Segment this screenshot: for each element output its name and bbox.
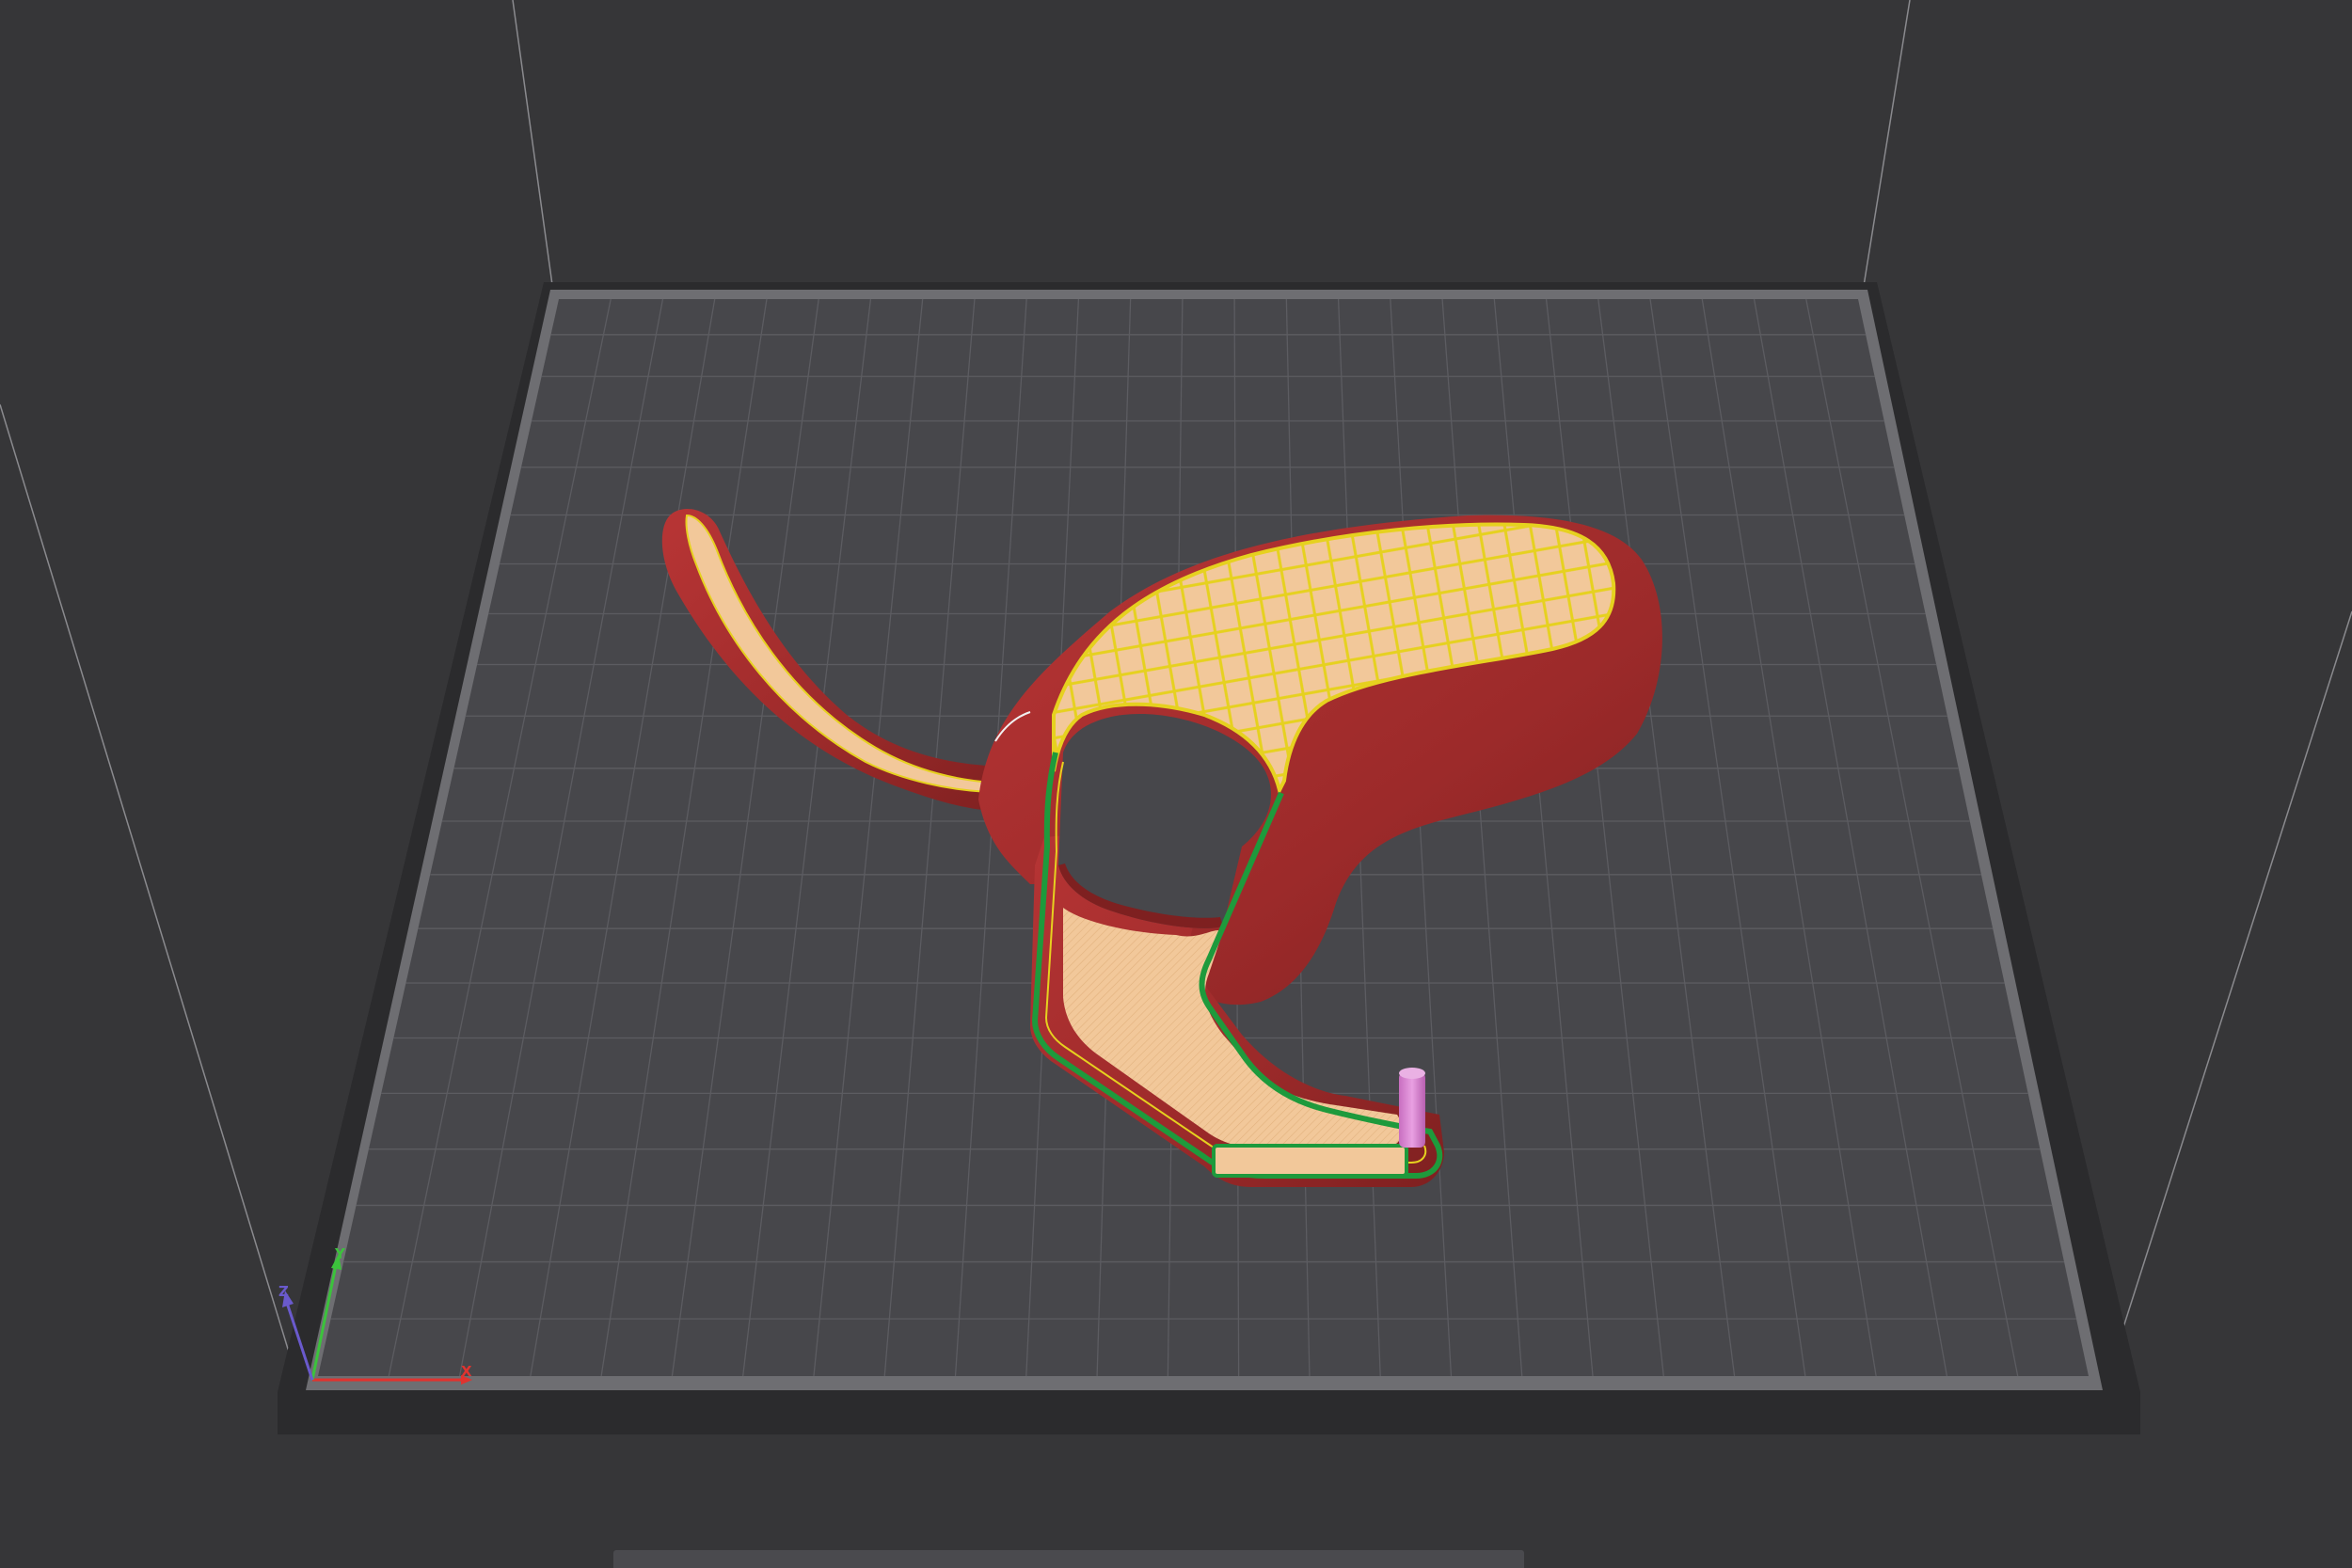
3d-viewport[interactable]: X Y Z <box>0 0 2352 1568</box>
scene-canvas[interactable]: X Y Z <box>0 0 2352 1568</box>
y-axis-label: Y <box>334 1245 346 1262</box>
tool-marker <box>1399 1068 1425 1148</box>
bottom-toolbar[interactable] <box>613 1550 1524 1568</box>
z-axis-label: Z <box>278 1283 289 1300</box>
x-axis-label: X <box>461 1363 472 1380</box>
model-pad <box>1212 1144 1408 1178</box>
